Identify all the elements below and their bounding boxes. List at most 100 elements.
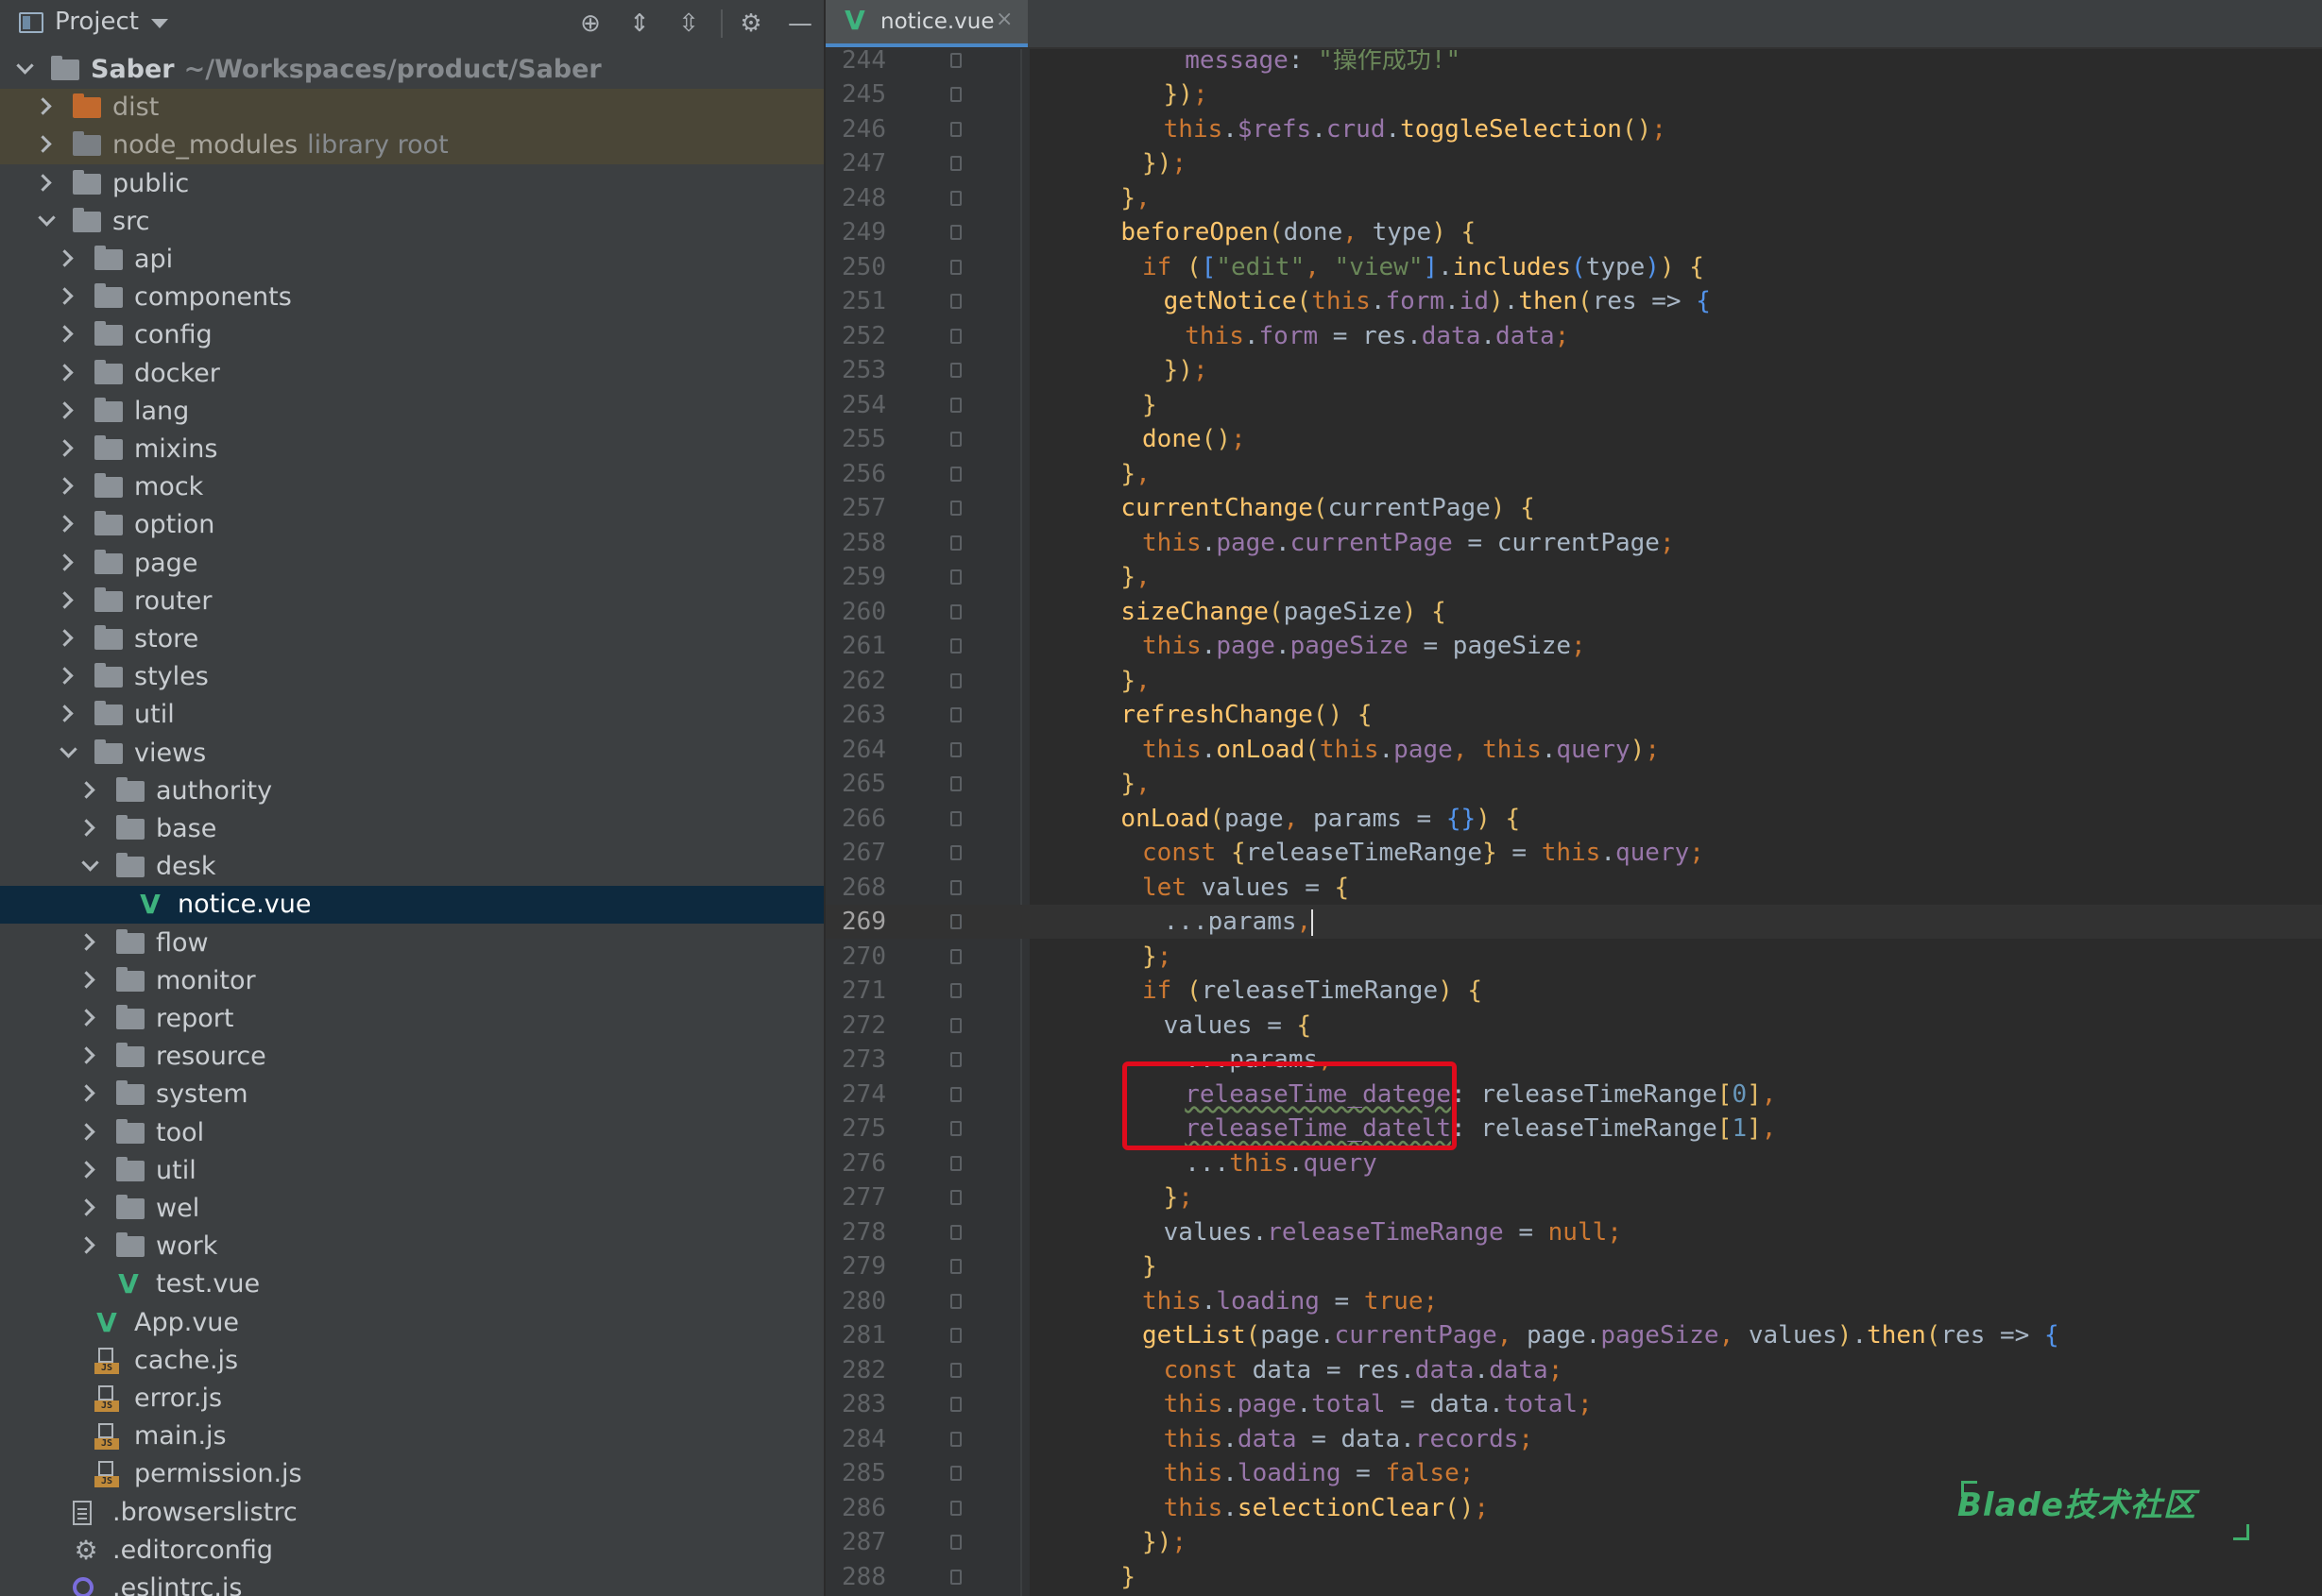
tree-item[interactable]: Saber ~/Workspaces/product/Saber	[0, 51, 824, 89]
tree-item[interactable]: resource	[0, 1038, 824, 1076]
fold-marker-icon[interactable]	[950, 53, 962, 68]
fold-marker-icon[interactable]	[950, 1397, 962, 1413]
fold-marker-icon[interactable]	[950, 1052, 962, 1068]
chevron-right-icon[interactable]	[56, 401, 74, 419]
chevron-right-icon[interactable]	[56, 439, 74, 457]
chevron-right-icon[interactable]	[77, 1009, 95, 1027]
fold-marker-icon[interactable]	[950, 328, 962, 344]
chevron-right-icon[interactable]	[56, 287, 74, 305]
chevron-down-icon[interactable]	[60, 739, 77, 758]
close-icon[interactable]: ×	[996, 8, 1013, 31]
code-line[interactable]: 254}	[826, 388, 2322, 422]
fold-marker-icon[interactable]	[950, 1466, 962, 1482]
chevron-right-icon[interactable]	[77, 1084, 95, 1103]
tree-item[interactable]: desk	[0, 848, 824, 886]
tree-item[interactable]: src	[0, 203, 824, 241]
fold-marker-icon[interactable]	[950, 1328, 962, 1344]
fold-marker-icon[interactable]	[950, 397, 962, 413]
fold-marker-icon[interactable]	[950, 1362, 962, 1378]
tree-item[interactable]: util	[0, 696, 824, 734]
code-line[interactable]: 260 sizeChange(pageSize) {	[826, 595, 2322, 629]
chevron-right-icon[interactable]	[77, 1198, 95, 1216]
tree-item[interactable]: views	[0, 735, 824, 773]
tree-item[interactable]: tool	[0, 1114, 824, 1152]
fold-marker-icon[interactable]	[950, 914, 962, 930]
locate-icon[interactable]: ⊕	[576, 9, 605, 38]
fold-marker-icon[interactable]	[950, 810, 962, 826]
tree-item[interactable]: JS cache.js	[0, 1342, 824, 1380]
code-line[interactable]: 249 beforeOpen(done, type) {	[826, 215, 2322, 249]
tree-item[interactable]: JS main.js	[0, 1418, 824, 1455]
tree-item[interactable]: mixins	[0, 431, 824, 468]
tree-item[interactable]: router	[0, 583, 824, 620]
tree-item[interactable]: JS error.js	[0, 1380, 824, 1418]
tree-item[interactable]: config	[0, 316, 824, 354]
fold-marker-icon[interactable]	[950, 569, 962, 586]
minimize-icon[interactable]: —	[786, 9, 814, 38]
code-line[interactable]: 280 this.loading = true;	[826, 1284, 2322, 1318]
code-line[interactable]: 261 this.page.pageSize = pageSize;	[826, 629, 2322, 663]
chevron-right-icon[interactable]	[56, 629, 74, 647]
fold-marker-icon[interactable]	[950, 776, 962, 792]
tree-item[interactable]: node_modules library root	[0, 127, 824, 165]
code-line[interactable]: 282 const data = res.data.data;	[826, 1353, 2322, 1387]
tree-item[interactable]: api	[0, 241, 824, 279]
chevron-right-icon[interactable]	[56, 515, 74, 534]
expand-all-icon[interactable]: ⇕	[625, 9, 654, 38]
fold-marker-icon[interactable]	[950, 983, 962, 999]
tree-item[interactable]: .browserslistrc	[0, 1494, 824, 1532]
code-line[interactable]: 287});	[826, 1525, 2322, 1559]
tree-item[interactable]: styles	[0, 658, 824, 696]
fold-marker-icon[interactable]	[950, 87, 962, 103]
code-line[interactable]: 273 ...params,	[826, 1043, 2322, 1077]
tree-item[interactable]: monitor	[0, 962, 824, 1000]
code-line[interactable]: 270};	[826, 940, 2322, 974]
chevron-right-icon[interactable]	[77, 1236, 95, 1254]
code-line[interactable]: 288}	[826, 1560, 2322, 1594]
tree-item[interactable]: .eslintrc.js	[0, 1570, 824, 1596]
tree-item[interactable]: report	[0, 1000, 824, 1038]
fold-marker-icon[interactable]	[950, 1535, 962, 1551]
fold-marker-icon[interactable]	[950, 1224, 962, 1240]
fold-marker-icon[interactable]	[950, 879, 962, 895]
chevron-right-icon[interactable]	[77, 971, 95, 989]
collapse-all-icon[interactable]: ⇳	[674, 9, 703, 38]
code-line[interactable]: 248},	[826, 181, 2322, 215]
fold-marker-icon[interactable]	[950, 535, 962, 551]
fold-marker-icon[interactable]	[950, 225, 962, 241]
chevron-right-icon[interactable]	[77, 1122, 95, 1141]
chevron-right-icon[interactable]	[56, 363, 74, 382]
chevron-right-icon[interactable]	[56, 667, 74, 685]
chevron-right-icon[interactable]	[77, 819, 95, 837]
tree-item[interactable]: authority	[0, 773, 824, 810]
tree-item[interactable]: dist	[0, 89, 824, 127]
tab-notice-vue[interactable]: V notice.vue ×	[826, 0, 1028, 47]
chevron-right-icon[interactable]	[56, 477, 74, 495]
fold-marker-icon[interactable]	[950, 190, 962, 206]
fold-marker-icon[interactable]	[950, 432, 962, 448]
fold-marker-icon[interactable]	[950, 121, 962, 137]
tree-item[interactable]: base	[0, 810, 824, 848]
fold-marker-icon[interactable]	[950, 1569, 962, 1585]
chevron-right-icon[interactable]	[34, 173, 52, 192]
chevron-right-icon[interactable]	[77, 932, 95, 951]
code-line[interactable]: 278 values.releaseTimeRange = null;	[826, 1215, 2322, 1249]
code-line[interactable]: 266 onLoad(page, params = {}) {	[826, 802, 2322, 836]
code-line[interactable]: 267 const {releaseTimeRange} = this.query…	[826, 836, 2322, 870]
fold-marker-icon[interactable]	[950, 1293, 962, 1309]
tree-item[interactable]: work	[0, 1228, 824, 1265]
tree-item[interactable]: docker	[0, 355, 824, 393]
code-line[interactable]: 250 if (["edit", "view"].includes(type)) …	[826, 250, 2322, 284]
fold-marker-icon[interactable]	[950, 1500, 962, 1516]
chevron-right-icon[interactable]	[77, 1161, 95, 1179]
code-line[interactable]: 281 getList(page.currentPage, page.pageSi…	[826, 1318, 2322, 1352]
tree-item[interactable]: Vtest.vue	[0, 1265, 824, 1303]
code-line[interactable]: 264 this.onLoad(this.page, this.query);	[826, 733, 2322, 767]
tree-item[interactable]: flow	[0, 925, 824, 962]
tree-item[interactable]: V App.vue	[0, 1304, 824, 1342]
code-editor[interactable]: 244 message: "操作成功!" 245}); 246 this.$refs.c…	[826, 49, 2322, 1596]
code-line[interactable]: 258 this.page.currentPage = currentPage;	[826, 526, 2322, 560]
code-line[interactable]: 262},	[826, 664, 2322, 698]
project-view-selector[interactable]: Project	[55, 8, 139, 36]
code-line[interactable]: 265},	[826, 767, 2322, 801]
